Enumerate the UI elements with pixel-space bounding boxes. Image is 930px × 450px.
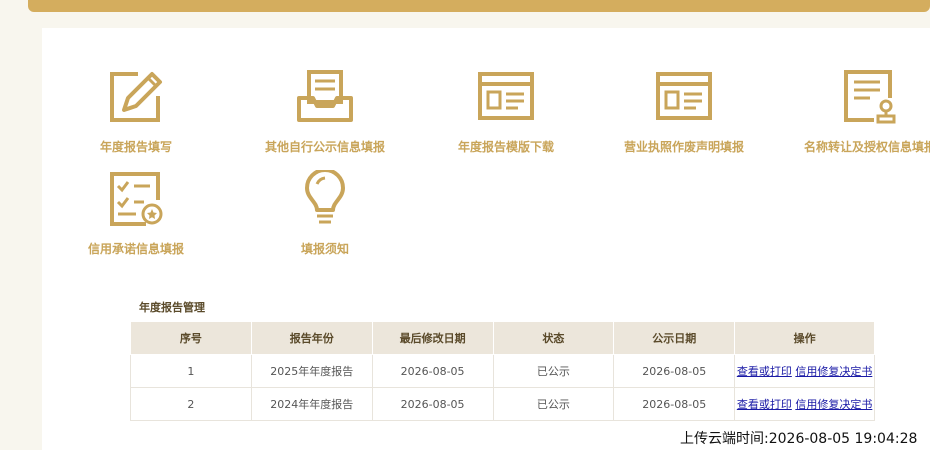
- section-title: 年度报告管理: [139, 301, 205, 314]
- lightbulb-icon: [305, 170, 345, 224]
- cell-year: 2024年年度报告: [250, 387, 373, 421]
- tile-label: 信用承诺信息填报: [87, 242, 184, 256]
- tile-label: 填报须知: [300, 242, 349, 256]
- cell-status: 已公示: [492, 354, 615, 388]
- tile-other-disclosure[interactable]: 其他自行公示信息填报: [225, 68, 425, 155]
- template-window-icon: [478, 72, 534, 120]
- cell-no: 1: [130, 354, 252, 388]
- license-window-icon: [656, 72, 712, 120]
- cell-year: 2025年年度报告: [250, 354, 373, 388]
- document-tray-icon: [297, 70, 353, 122]
- credit-repair-link[interactable]: 信用修复决定书: [795, 365, 872, 378]
- cell-published: 2026-08-05: [613, 354, 736, 388]
- certificate-stamp-icon: [844, 70, 896, 124]
- tile-filing-notes[interactable]: 填报须知: [225, 170, 425, 257]
- top-banner: [28, 0, 930, 12]
- table-row: 1 2025年年度报告 2026-08-05 已公示 2026-08-05 查看…: [130, 354, 875, 388]
- col-header-modified: 最后修改日期: [371, 321, 494, 355]
- col-header-published: 公示日期: [613, 321, 736, 355]
- tile-label: 名称转让及授权信息填报: [803, 140, 930, 154]
- cell-published: 2026-08-05: [613, 387, 736, 421]
- col-header-actions: 操作: [734, 321, 875, 355]
- cell-status: 已公示: [492, 387, 615, 421]
- cell-no: 2: [130, 387, 252, 421]
- cell-actions: 查看或打印 信用修复决定书: [734, 354, 875, 388]
- tile-label: 年度报告模版下载: [457, 140, 554, 154]
- annual-report-table: 序号 报告年份 最后修改日期 状态 公示日期 操作 1 2025年年度报告 20…: [130, 321, 875, 421]
- cell-modified: 2026-08-05: [371, 387, 494, 421]
- col-header-year: 报告年份: [250, 321, 373, 355]
- checklist-badge-icon: [110, 172, 163, 226]
- view-print-link[interactable]: 查看或打印: [737, 398, 792, 411]
- col-header-no: 序号: [130, 321, 252, 355]
- tile-label: 营业执照作废声明填报: [623, 140, 744, 154]
- pencil-square-icon: [110, 72, 162, 122]
- view-print-link[interactable]: 查看或打印: [737, 365, 792, 378]
- tile-license-void-declaration[interactable]: 营业执照作废声明填报: [584, 68, 784, 155]
- tile-name-transfer-authorization[interactable]: 名称转让及授权信息填报: [770, 68, 930, 155]
- tile-label: 年度报告填写: [99, 140, 172, 154]
- table-row: 2 2024年年度报告 2026-08-05 已公示 2026-08-05 查看…: [130, 387, 875, 421]
- upload-time-label: 上传云端时间:2026-08-05 19:04:28: [680, 431, 918, 447]
- cell-actions: 查看或打印 信用修复决定书: [734, 387, 875, 421]
- tile-annual-report-fill[interactable]: 年度报告填写: [36, 68, 236, 155]
- table-header-row: 序号 报告年份 最后修改日期 状态 公示日期 操作: [130, 321, 875, 355]
- tile-template-download[interactable]: 年度报告模版下载: [406, 68, 606, 155]
- tile-label: 其他自行公示信息填报: [264, 140, 385, 154]
- tile-credit-commitment[interactable]: 信用承诺信息填报: [36, 170, 236, 257]
- credit-repair-link[interactable]: 信用修复决定书: [795, 398, 872, 411]
- col-header-status: 状态: [492, 321, 615, 355]
- cell-modified: 2026-08-05: [371, 354, 494, 388]
